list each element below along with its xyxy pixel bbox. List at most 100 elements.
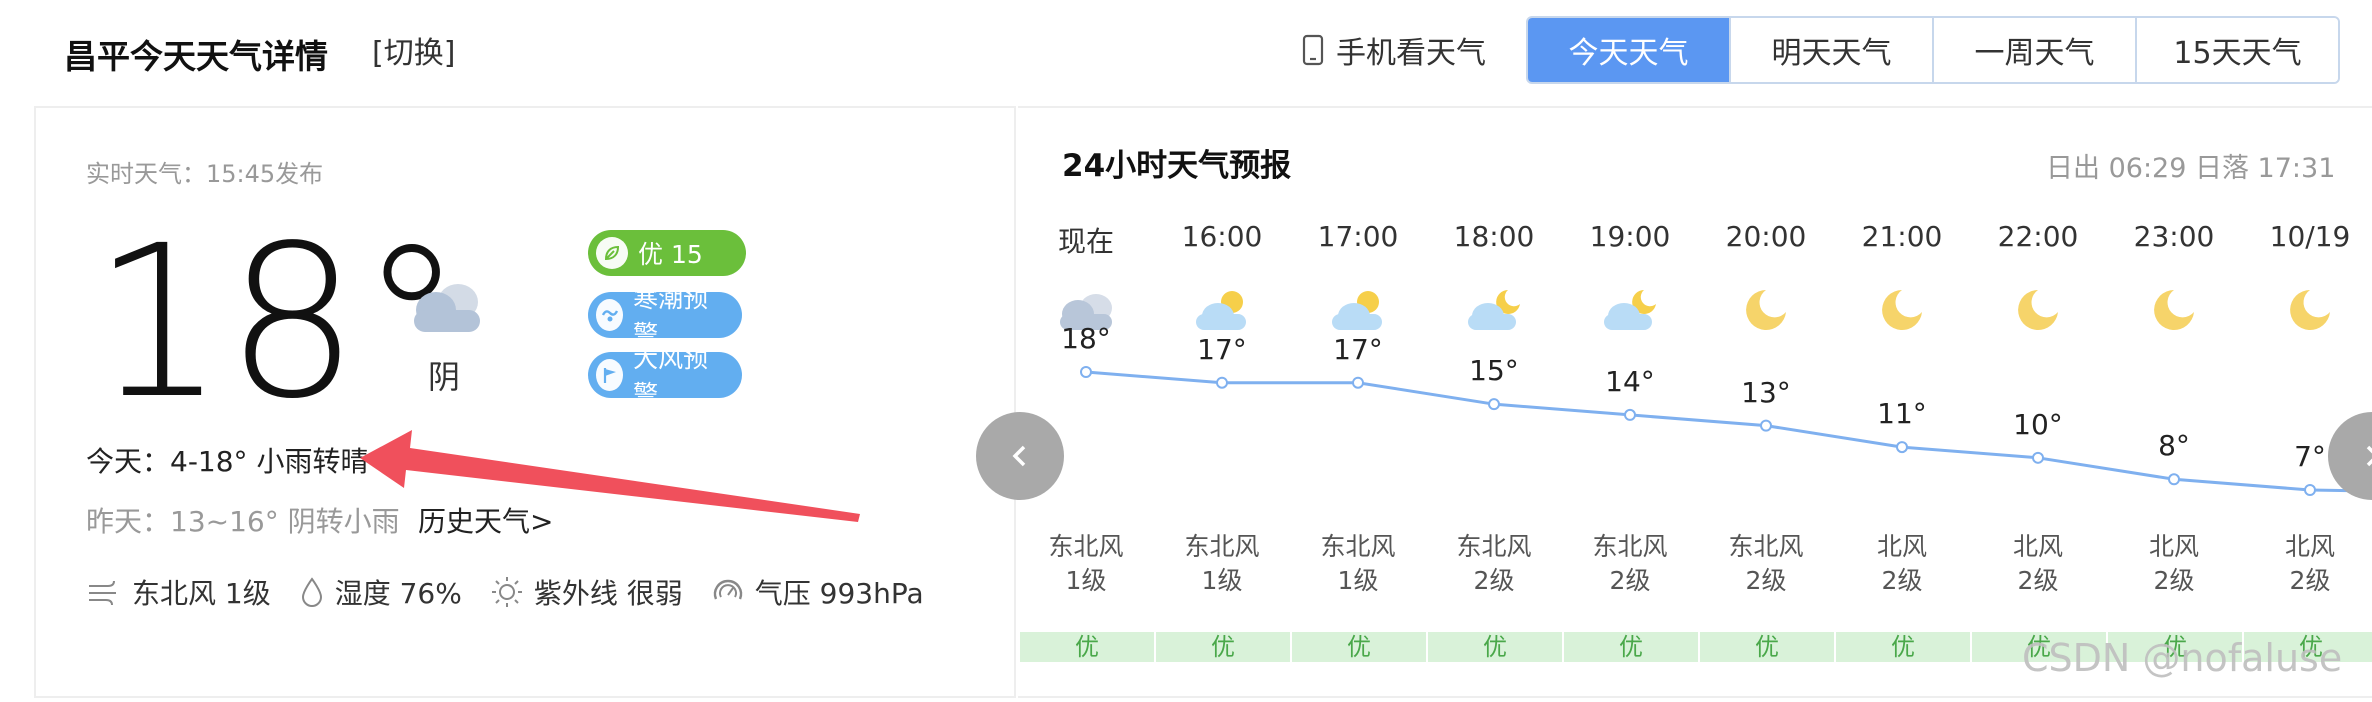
hour-wind-direction: 北风 <box>2012 532 2063 561</box>
hour-wind-level: 1级 <box>1337 566 1379 595</box>
moon-icon <box>1978 286 2098 334</box>
partly-cloudy-night-icon <box>1570 286 1690 334</box>
hour-wind-direction: 东北风 <box>1456 532 1532 561</box>
switch-city-link[interactable]: [切换] <box>372 28 455 72</box>
hour-wind-level: 2级 <box>1881 566 1923 595</box>
water-drop-icon <box>301 577 322 607</box>
temperature-point <box>1624 408 1636 421</box>
pressure-detail: 气压 993hPa <box>711 572 924 612</box>
moon-icon <box>1842 286 1962 334</box>
hour-wind-direction: 东北风 <box>1592 532 1668 561</box>
hour-wind-direction: 北风 <box>2284 532 2335 561</box>
hour-wind-level: 2级 <box>2017 566 2059 595</box>
gale-warning-badge[interactable]: 大风预警 <box>588 344 742 409</box>
wind-icon <box>89 580 116 606</box>
tab-15days[interactable]: 15天天气 <box>2135 18 2338 82</box>
hour-aqi: 优 <box>1156 632 1290 662</box>
hour-wind: 东北风 2级 <box>1434 530 1554 598</box>
hour-aqi: 优 <box>1836 632 1970 662</box>
hour-wind-level: 2级 <box>2153 566 2195 595</box>
today-forecast: 今天：4-18° 小雨转晴 <box>86 445 369 478</box>
hour-wind: 北风 2级 <box>2250 530 2370 598</box>
hour-label: 22:00 <box>1997 220 2079 253</box>
hour-wind: 东北风 1级 <box>1026 530 1146 598</box>
hour-wind-level: 2级 <box>2289 566 2331 595</box>
day-tabs: 今天天气 明天天气 一周天气 15天天气 <box>1526 16 2340 84</box>
tab-today[interactable]: 今天天气 <box>1528 18 1729 82</box>
mobile-weather-label: 手机看天气 <box>1336 36 1486 71</box>
hour-wind-direction: 东北风 <box>1728 532 1804 561</box>
hour-wind-level: 1级 <box>1065 566 1107 595</box>
hour-aqi: 优 <box>1292 632 1426 662</box>
hour-wind-level: 2级 <box>1473 566 1515 595</box>
sun-icon <box>491 577 522 607</box>
hour-label: 23:00 <box>2133 220 2215 253</box>
hour-wind-direction: 北风 <box>1876 532 1927 561</box>
hour-wind-direction: 北风 <box>2148 532 2199 561</box>
hour-aqi: 优 <box>1020 632 1154 662</box>
aqi-badge[interactable]: 优 15 <box>588 230 746 276</box>
hour-wind-level: 2级 <box>1609 566 1651 595</box>
hour-wind: 北风 2级 <box>1842 530 1962 598</box>
mobile-weather-link[interactable]: 手机看天气 <box>1302 28 1486 72</box>
chevron-left-icon <box>1012 445 1026 467</box>
temperature-point <box>2168 473 2180 486</box>
watermark: CSDN @nofaluse <box>2022 636 2343 680</box>
tab-week[interactable]: 一周天气 <box>1932 18 2135 82</box>
temperature-point <box>1080 366 1092 378</box>
hour-label: 16:00 <box>1181 220 1263 253</box>
hour-wind: 东北风 2级 <box>1570 530 1690 598</box>
temperature-point <box>1896 441 1908 454</box>
hour-label: 17:00 <box>1317 220 1399 253</box>
temperature-point <box>2304 484 2316 496</box>
phone-icon <box>1302 34 1324 66</box>
temperature-point <box>1760 419 1772 432</box>
hour-wind-direction: 东北风 <box>1048 532 1124 561</box>
aqi-label: 优 15 <box>638 240 703 269</box>
hour-label: 18:00 <box>1453 220 1535 253</box>
hour-label: 10/19 <box>2269 220 2351 253</box>
partly-cloudy-day-icon <box>1298 286 1418 334</box>
annotation-arrow <box>360 430 860 522</box>
hour-wind: 东北风 2级 <box>1706 530 1826 598</box>
page-title: 昌平今天天气详情 <box>64 37 328 76</box>
uv-detail: 紫外线 很弱 <box>490 572 683 612</box>
partly-cloudy-night-icon <box>1434 286 1554 334</box>
temperature-point <box>1216 376 1228 389</box>
hour-wind-direction: 东北风 <box>1184 532 1260 561</box>
sunrise-sunset: 日出 06:29 日落 17:31 <box>2046 153 2336 184</box>
realtime-publish-time: 实时天气：15:45发布 <box>86 160 324 188</box>
moon-icon <box>1706 286 1826 334</box>
hour-label: 20:00 <box>1725 220 1807 253</box>
hour-label: 21:00 <box>1861 220 1943 253</box>
temperature-point <box>1352 376 1364 389</box>
prev-hours-button[interactable] <box>976 412 1064 500</box>
tab-tomorrow[interactable]: 明天天气 <box>1729 18 1932 82</box>
hour-aqi: 优 <box>1700 632 1834 662</box>
hour-wind: 东北风 1级 <box>1162 530 1282 598</box>
moon-icon <box>2250 286 2370 334</box>
hour-wind-level: 1级 <box>1201 566 1243 595</box>
leaf-icon <box>596 237 628 269</box>
temperature-line-chart <box>1080 366 2371 496</box>
hour-temperature: 18° <box>1061 322 1111 355</box>
hour-aqi: 优 <box>1428 632 1562 662</box>
partly-cloudy-day-icon <box>1162 286 1282 334</box>
cold-wave-icon <box>596 299 624 331</box>
hour-wind: 北风 2级 <box>1978 530 2098 598</box>
current-condition: 阴 <box>428 358 461 396</box>
temperature-series-line <box>1085 370 2371 493</box>
temperature-point <box>2032 451 2044 464</box>
hour-wind: 北风 2级 <box>2114 530 2234 598</box>
hour-aqi: 优 <box>1564 632 1698 662</box>
pressure-gauge-icon <box>713 579 742 600</box>
cloudy-icon <box>406 276 486 340</box>
humidity-label: 湿度 76% <box>334 577 462 610</box>
cold-wave-warning-badge[interactable]: 寒潮预警 <box>588 284 742 349</box>
hourly-forecast-title: 24小时天气预报 <box>1062 148 1292 184</box>
wind-detail: 东北风 1级 <box>86 572 271 612</box>
uv-label: 紫外线 很弱 <box>533 577 683 610</box>
moon-icon <box>2114 286 2234 334</box>
hour-label: 现在 <box>1057 225 1114 258</box>
wind-label: 东北风 1级 <box>132 577 271 610</box>
